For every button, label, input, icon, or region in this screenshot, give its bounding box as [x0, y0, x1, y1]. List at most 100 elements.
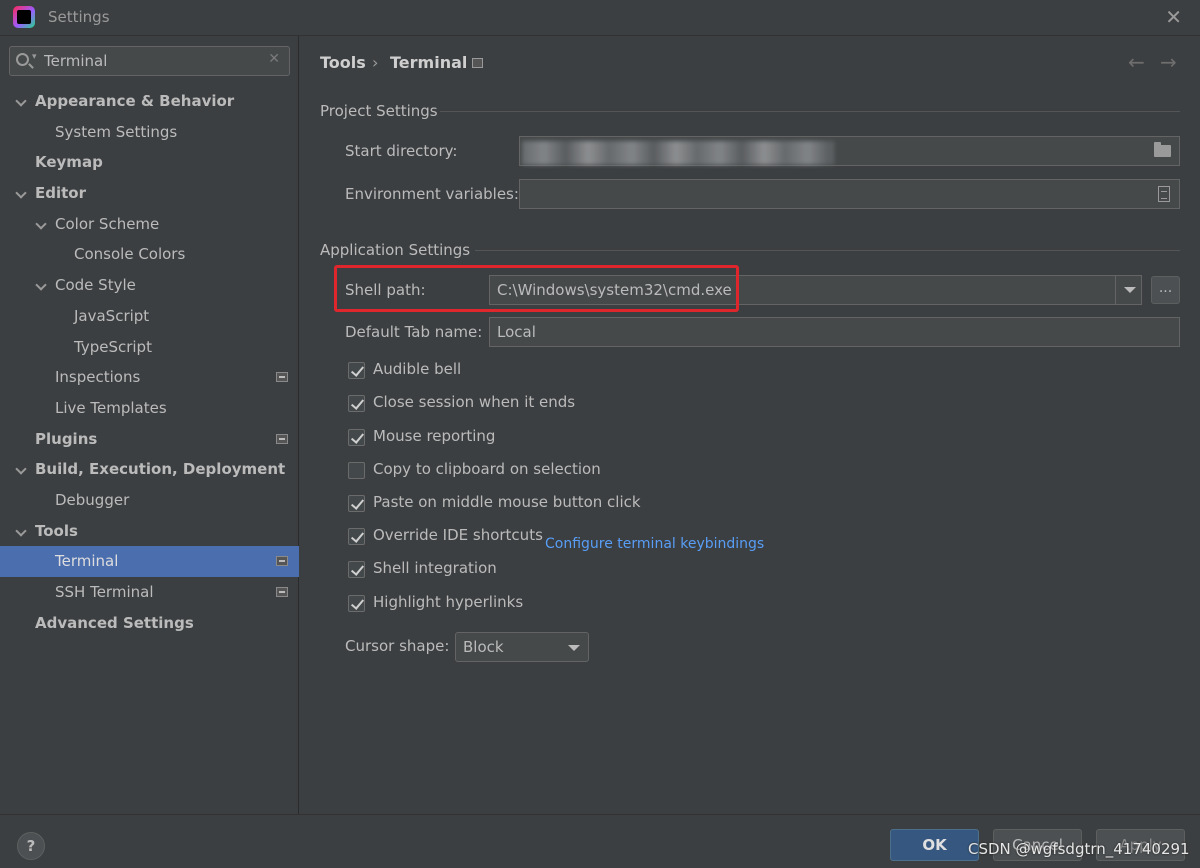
tree-item-advanced-settings[interactable]: Advanced Settings — [0, 608, 299, 639]
clear-search-icon[interactable]: ✕ — [268, 51, 280, 67]
environment-variables-field[interactable] — [519, 179, 1180, 209]
tree-item-label: Plugins — [35, 429, 98, 448]
checkbox-checked[interactable] — [348, 362, 365, 379]
cursor-shape-select[interactable]: Block — [455, 632, 589, 662]
tree-item-label: Color Scheme — [55, 214, 160, 233]
tree-item-terminal[interactable]: Terminal — [0, 546, 299, 577]
shell-path-dropdown-button[interactable] — [1115, 275, 1141, 305]
checkbox-unchecked[interactable] — [348, 462, 365, 479]
checkbox-checked[interactable] — [348, 561, 365, 578]
tree-item-label: Debugger — [55, 490, 130, 509]
ok-button[interactable]: OK — [890, 829, 979, 861]
tree-item-label: Code Style — [55, 276, 136, 295]
terminal-settings-panel: Tools › Terminal ← → Project Settings St… — [300, 36, 1200, 814]
environment-variables-label: Environment variables: — [345, 185, 519, 203]
cursor-shape-value: Block — [463, 638, 504, 656]
shell-path-combobox[interactable]: C:\Windows\system32\cmd.exe — [489, 275, 1142, 305]
checkbox-label: Highlight hyperlinks — [373, 593, 524, 611]
tree-item-label: Advanced Settings — [35, 613, 194, 632]
shell-path-label: Shell path: — [345, 281, 426, 299]
checkbox-label: Paste on middle mouse button click — [373, 493, 641, 511]
webstorm-app-icon — [13, 6, 35, 28]
search-icon — [16, 53, 29, 66]
browse-shell-button[interactable]: ... — [1151, 276, 1180, 304]
chevron-down-icon — [1124, 287, 1136, 293]
application-settings-heading: Application Settings — [320, 241, 471, 259]
tree-item-label: Keymap — [35, 153, 103, 172]
tree-item-label: JavaScript — [74, 306, 150, 325]
chevron-down-icon[interactable] — [15, 524, 27, 537]
tree-item-ssh-terminal[interactable]: SSH Terminal — [0, 577, 299, 608]
tree-item-typescript[interactable]: TypeScript — [0, 332, 299, 363]
tree-item-color-scheme[interactable]: Color Scheme — [0, 209, 299, 240]
breadcrumb-terminal: Terminal — [390, 53, 468, 72]
tree-item-plugins[interactable]: Plugins — [0, 424, 299, 455]
tree-item-label: Build, Execution, Deployment — [35, 460, 286, 479]
start-directory-label: Start directory: — [345, 142, 458, 160]
tree-item-console-colors[interactable]: Console Colors — [0, 239, 299, 270]
redacted-path-blur — [522, 141, 834, 165]
configure-terminal-keybindings-link[interactable]: Configure terminal keybindings — [545, 536, 764, 552]
settings-sidebar: ▾ ✕ Appearance & Behavior System Setting… — [0, 36, 299, 814]
tree-item-keymap[interactable]: Keymap — [0, 147, 299, 178]
tree-item-editor[interactable]: Editor — [0, 178, 299, 209]
window-title: Settings — [48, 8, 110, 26]
settings-search-input[interactable] — [44, 49, 264, 73]
checkbox-label: Shell integration — [373, 559, 497, 577]
checkbox-checked[interactable] — [348, 528, 365, 545]
chevron-down-icon[interactable] — [15, 95, 27, 107]
help-button[interactable]: ? — [17, 832, 45, 860]
shell-path-value: C:\Windows\system32\cmd.exe — [497, 281, 732, 299]
back-arrow-icon[interactable]: ← — [1128, 50, 1145, 74]
project-level-icon — [276, 556, 288, 567]
checkbox-label: Override IDE shortcuts — [373, 526, 543, 544]
settings-tree: Appearance & Behavior System Settings Ke… — [0, 86, 299, 638]
tree-item-label: Tools — [35, 521, 78, 540]
project-level-icon — [276, 433, 288, 444]
checkbox-label: Copy to clipboard on selection — [373, 460, 601, 478]
project-settings-heading: Project Settings — [320, 102, 438, 120]
edit-variables-icon[interactable] — [1158, 186, 1170, 202]
chevron-down-icon[interactable] — [35, 218, 47, 230]
title-bar: Settings ✕ — [0, 0, 1200, 36]
tree-item-label: Terminal — [55, 552, 119, 571]
search-history-dropdown-icon[interactable]: ▾ — [32, 52, 37, 62]
checkbox-checked[interactable] — [348, 595, 365, 612]
chevron-down-icon — [568, 645, 580, 651]
forward-arrow-icon[interactable]: → — [1160, 50, 1177, 74]
tree-item-tools[interactable]: Tools — [0, 516, 299, 547]
checkbox-label: Audible bell — [373, 360, 462, 378]
tree-item-debugger[interactable]: Debugger — [0, 485, 299, 516]
checkbox-checked[interactable] — [348, 495, 365, 512]
default-tab-name-value: Local — [497, 323, 536, 341]
csdn-watermark: CSDN @wgfsdgtrn_41740291 — [968, 840, 1190, 858]
chevron-down-icon[interactable] — [15, 463, 27, 475]
chevron-down-icon[interactable] — [35, 279, 47, 291]
tree-item-inspections[interactable]: Inspections — [0, 362, 299, 393]
breadcrumb-tools[interactable]: Tools — [320, 53, 366, 72]
checkbox-checked[interactable] — [348, 395, 365, 412]
settings-search-box[interactable]: ▾ ✕ — [9, 46, 290, 76]
cursor-shape-label: Cursor shape: — [345, 637, 450, 655]
tree-item-label: Editor — [35, 184, 86, 203]
tree-item-appearance-behavior[interactable]: Appearance & Behavior — [0, 86, 299, 117]
section-divider — [440, 111, 1180, 112]
tree-item-build-execution-deployment[interactable]: Build, Execution, Deployment — [0, 454, 299, 485]
breadcrumb-separator: › — [372, 53, 379, 72]
checkbox-label: Mouse reporting — [373, 427, 496, 445]
project-level-icon — [276, 587, 288, 597]
checkbox-checked[interactable] — [348, 429, 365, 446]
section-divider — [475, 250, 1180, 251]
close-window-icon[interactable]: ✕ — [1165, 5, 1182, 29]
chevron-down-icon[interactable] — [15, 187, 27, 199]
default-tab-name-field[interactable]: Local — [489, 317, 1180, 347]
tree-item-label: Live Templates — [55, 398, 167, 417]
tree-item-system-settings[interactable]: System Settings — [0, 117, 299, 148]
project-level-icon — [472, 58, 483, 68]
tree-item-code-style[interactable]: Code Style — [0, 270, 299, 301]
folder-icon[interactable] — [1154, 142, 1171, 157]
tree-item-label: SSH Terminal — [55, 583, 154, 601]
tree-item-live-templates[interactable]: Live Templates — [0, 393, 299, 424]
tree-item-label: TypeScript — [74, 337, 152, 356]
tree-item-javascript[interactable]: JavaScript — [0, 301, 299, 332]
